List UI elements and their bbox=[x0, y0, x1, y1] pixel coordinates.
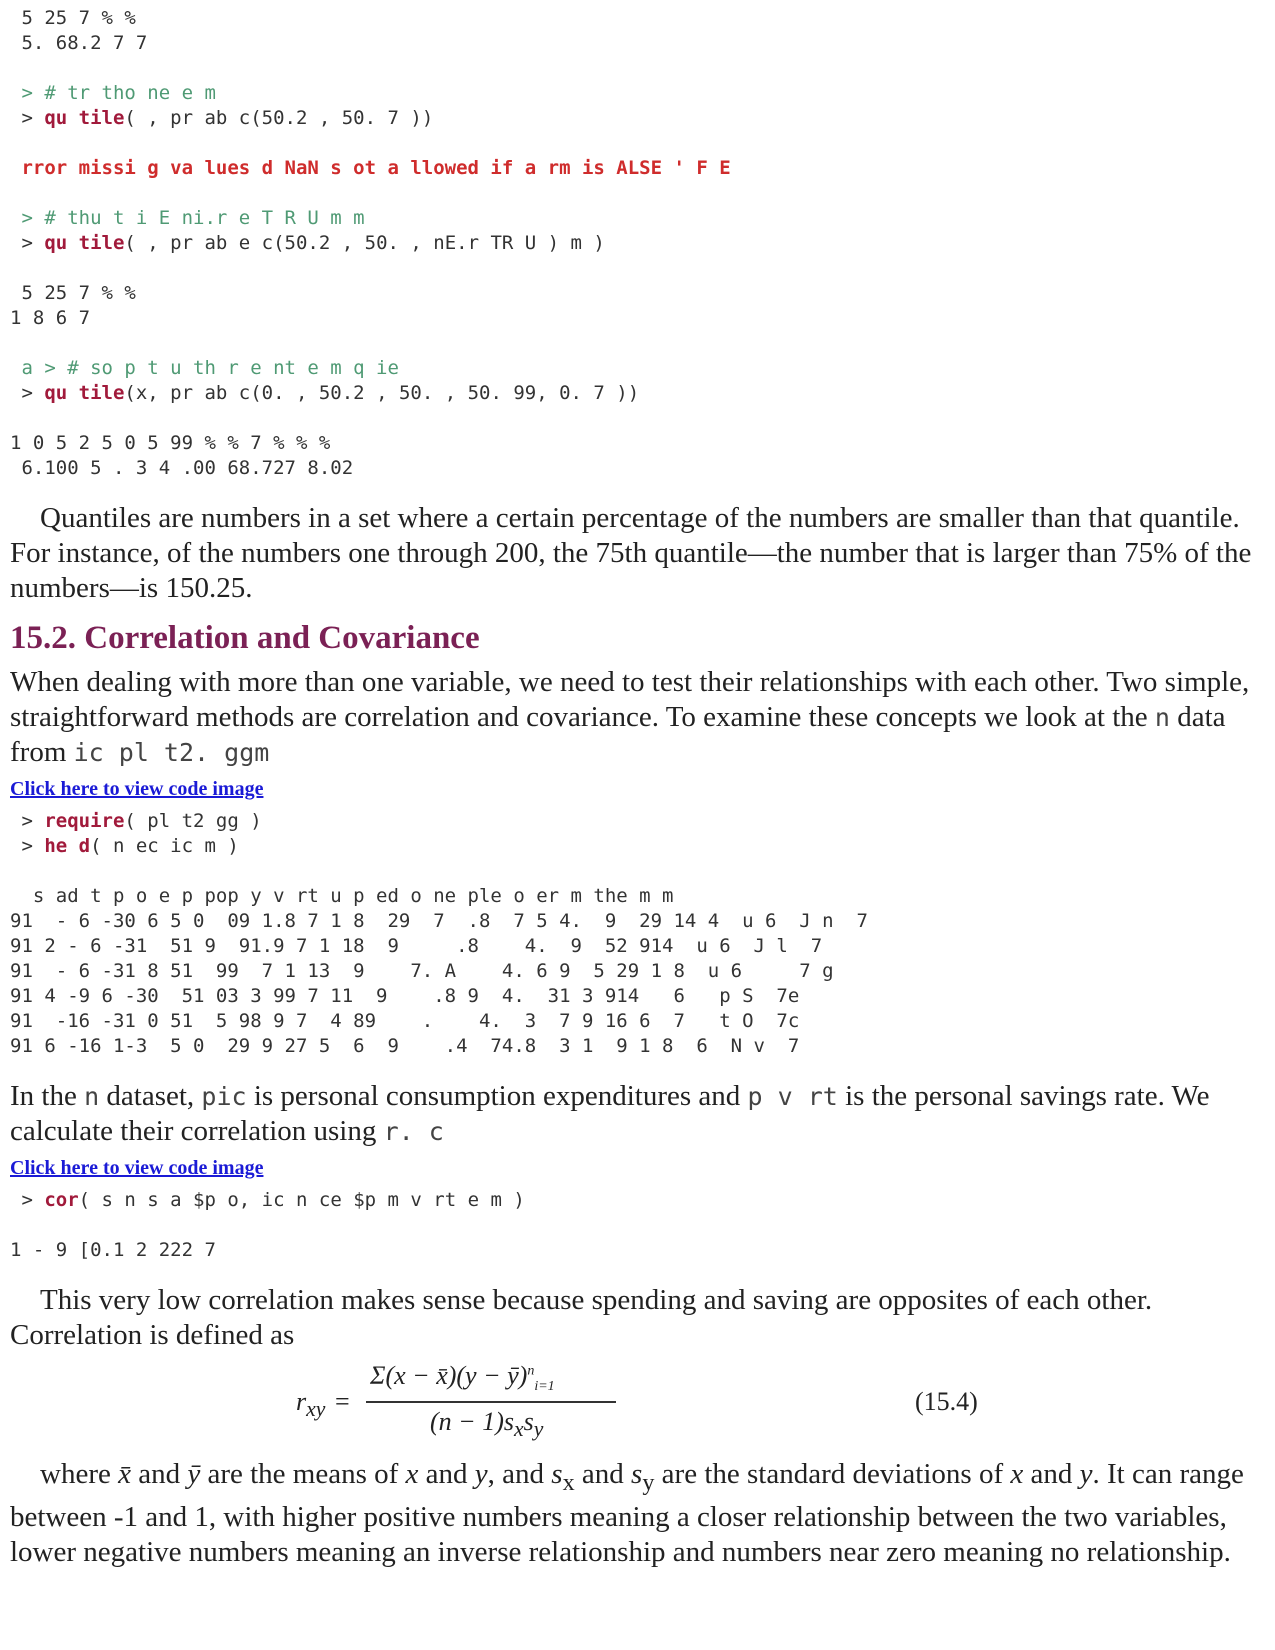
code-error-message: rror missi g va lues d NaN s ot a llowed… bbox=[10, 157, 731, 179]
equation-number: (15.4) bbox=[915, 1387, 978, 1416]
paragraph-where: where x̄ and ȳ are the means of x and y,… bbox=[0, 1457, 1275, 1570]
view-code-image-link[interactable]: Click here to view code image bbox=[10, 778, 1265, 801]
denominator-sub-y: y bbox=[533, 1417, 544, 1442]
code-args: ( n ec ic m ) bbox=[90, 835, 239, 857]
inline-code: p v rt bbox=[747, 1082, 838, 1111]
intro-text: When dealing with more than one variable… bbox=[10, 666, 1250, 733]
text: and bbox=[425, 1458, 468, 1490]
text: are the standard deviations of bbox=[661, 1458, 1004, 1490]
text: is personal consumption expenditures and bbox=[253, 1080, 741, 1112]
table-row: 91 4 -9 6 -30 51 03 3 99 7 11 9 .8 9 4. … bbox=[10, 985, 800, 1007]
s-x: s bbox=[551, 1458, 563, 1490]
code-function: cor bbox=[44, 1189, 79, 1211]
var-y: y bbox=[474, 1458, 488, 1490]
code-function: qu tile bbox=[44, 107, 125, 129]
text: In the bbox=[10, 1080, 77, 1112]
code-output-line: 5 25 7 % % bbox=[10, 7, 136, 29]
table-row: 91 - 6 -30 6 5 0 09 1.8 7 1 8 29 7 .8 7 … bbox=[10, 910, 868, 932]
var-y: y bbox=[1079, 1458, 1093, 1490]
inline-code: n bbox=[84, 1082, 100, 1111]
s-y: s bbox=[631, 1458, 643, 1490]
code-args: ( , pr ab c(50.2 , 50. 7 )) bbox=[124, 107, 434, 129]
text: and bbox=[138, 1458, 181, 1490]
code-function: qu tile bbox=[44, 232, 125, 254]
sum-lower: i=1 bbox=[534, 1379, 555, 1395]
denominator-text: (n − 1)s bbox=[430, 1407, 514, 1436]
fraction-bar bbox=[366, 1401, 616, 1403]
inline-code-package: ic pl t2. ggm bbox=[73, 738, 270, 767]
table-row: 91 6 -16 1-3 5 0 29 9 27 5 6 9 .4 74.8 3… bbox=[10, 1035, 800, 1057]
code-args: ( s n s a $p o, ic n ce $p m v rt e m ) bbox=[78, 1189, 525, 1211]
sum-upper: n bbox=[527, 1363, 535, 1379]
book-page: 5 25 7 % % 5. 68.2 7 7 > # tr tho ne e m… bbox=[0, 0, 1275, 1650]
formula-numerator-text: Σ(x − x̄)(y − ȳ) bbox=[370, 1361, 528, 1390]
formula-denominator: (n − 1)sxsy bbox=[430, 1407, 543, 1442]
table-header: s ad t p o e p pop y v rt u p ed o ne pl… bbox=[10, 885, 674, 907]
s-x-sub: x bbox=[562, 1468, 575, 1496]
y-bar: ȳ bbox=[187, 1458, 201, 1490]
formula-r: r bbox=[296, 1387, 307, 1416]
code-function: he d bbox=[44, 835, 91, 857]
code-args: ( , pr ab e c(50.2 , 50. , nE.r TR U ) m… bbox=[124, 232, 605, 254]
table-row: 91 2 - 6 -31 51 9 91.9 7 1 18 9 .8 4. 9 … bbox=[10, 935, 823, 957]
code-comment: > # thu t i E ni.r e T R U m m bbox=[10, 207, 365, 229]
inline-code: r. c bbox=[383, 1117, 444, 1146]
paragraph-low-correlation: This very low correlation makes sense be… bbox=[10, 1284, 1153, 1351]
text: where bbox=[40, 1458, 111, 1490]
var-x: x bbox=[405, 1458, 419, 1490]
paragraph-intro: When dealing with more than one variable… bbox=[0, 665, 1275, 770]
text: , and bbox=[487, 1458, 545, 1490]
code-output-line: 1 8 6 7 bbox=[10, 307, 91, 329]
section-heading: 15.2. Correlation and Covariance bbox=[10, 620, 480, 656]
denominator-sub-x: x bbox=[513, 1417, 524, 1442]
code-args: (x, pr ab c(0. , 50.2 , 50. , 50. 99, 0.… bbox=[124, 382, 640, 404]
text: dataset, bbox=[106, 1080, 195, 1112]
code-args: ( pl t2 gg ) bbox=[124, 810, 262, 832]
inline-code-dataset: n bbox=[1154, 703, 1170, 732]
x-bar: x̄ bbox=[118, 1458, 131, 1490]
denominator-s: s bbox=[523, 1407, 534, 1436]
text: and bbox=[1030, 1458, 1073, 1490]
text: are the means of bbox=[207, 1458, 399, 1490]
view-code-image-link-2[interactable]: Click here to view code image bbox=[10, 1157, 1265, 1180]
code-block-quantile: 5 25 7 % % 5. 68.2 7 7 > # tr tho ne e m… bbox=[10, 7, 731, 479]
code-comment: > # tr tho ne e m bbox=[10, 82, 216, 104]
code-block-correlation: > cor( s n s a $p o, ic n ce $p m v rt e… bbox=[10, 1189, 525, 1261]
paragraph-quantiles: Quantiles are numbers in a set where a c… bbox=[10, 502, 1252, 604]
code-output-line: 6.100 5 . 3 4 .00 68.727 8.02 bbox=[10, 457, 354, 479]
code-output-line: 5. 68.2 7 7 bbox=[10, 32, 148, 54]
correlation-formula: rxy = Σ(x − x̄)(y − ȳ)ni=1 (n − 1)sxsy (… bbox=[0, 1361, 1275, 1451]
code-function: qu tile bbox=[44, 382, 125, 404]
inline-code: pic bbox=[201, 1082, 247, 1111]
table-row: 91 -16 -31 0 51 5 98 9 7 4 89 . 4. 3 7 9… bbox=[10, 1010, 800, 1032]
code-output-line: 1 0 5 2 5 0 5 99 % % 7 % % % bbox=[10, 432, 331, 454]
formula-equals: = bbox=[335, 1387, 350, 1416]
code-output-line: 1 - 9 [0.1 2 222 7 bbox=[10, 1239, 216, 1261]
var-x: x bbox=[1010, 1458, 1024, 1490]
paragraph-dataset: In the n dataset, pic is personal consum… bbox=[0, 1079, 1275, 1149]
text: and bbox=[581, 1458, 624, 1490]
code-comment: a > # so p t u th r e nt e m q ie bbox=[10, 357, 399, 379]
code-block-economics: > require( pl t2 gg ) > he d( n ec ic m … bbox=[10, 810, 868, 1057]
formula-r-sub: xy bbox=[306, 1397, 326, 1422]
code-function: require bbox=[44, 810, 125, 832]
s-y-sub: y bbox=[642, 1468, 655, 1496]
code-output-line: 5 25 7 % % bbox=[10, 282, 136, 304]
table-row: 91 - 6 -31 8 51 99 7 1 13 9 7. A 4. 6 9 … bbox=[10, 960, 834, 982]
formula-lhs: rxy bbox=[296, 1387, 325, 1422]
formula-numerator: Σ(x − x̄)(y − ȳ)ni=1 bbox=[370, 1361, 555, 1395]
